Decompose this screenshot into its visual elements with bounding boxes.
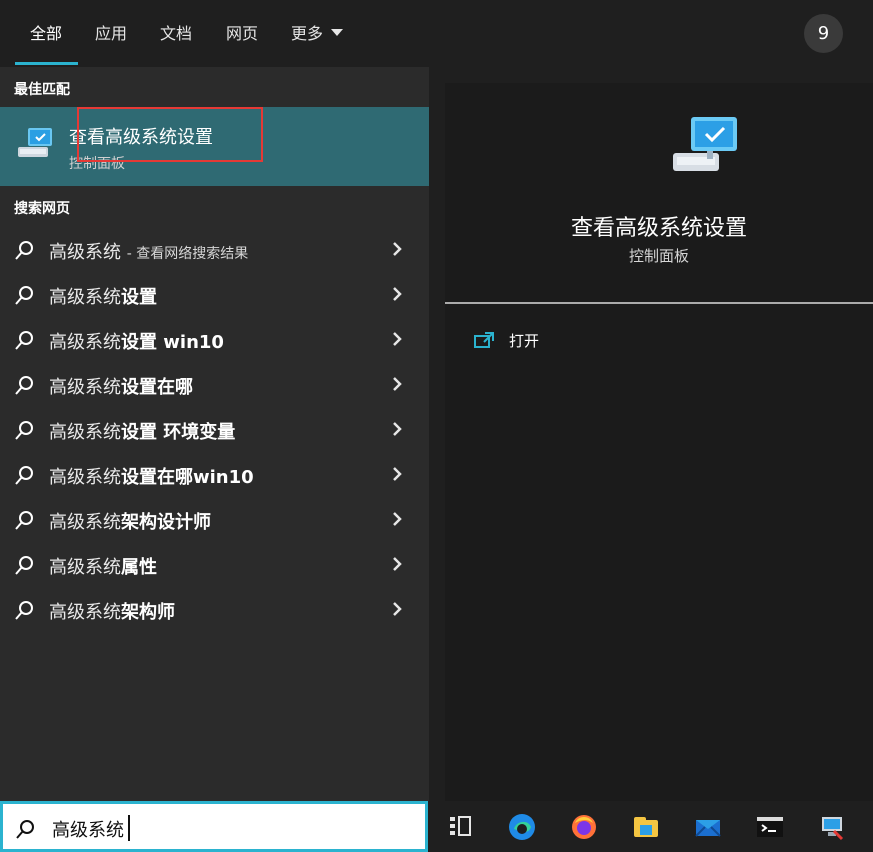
terminal-icon[interactable] — [754, 811, 786, 843]
rewards-badge[interactable]: 9 — [804, 14, 843, 53]
suggestion-bold: 设置 — [121, 287, 157, 308]
suggestion-bold: 设置 win10 — [121, 332, 224, 353]
web-suggestion-item[interactable]: 高级系统设置 — [0, 272, 429, 317]
open-external-icon — [474, 332, 494, 348]
suggestion-bold: 设置 环境变量 — [121, 422, 236, 443]
search-input[interactable]: 高级系统 — [52, 816, 124, 842]
web-suggestion-item[interactable]: 高级系统属性 — [0, 542, 429, 587]
search-icon — [15, 466, 33, 485]
web-suggestion-item[interactable]: 高级系统设置在哪win10 — [0, 452, 429, 497]
suggestion-bold: 属性 — [121, 557, 157, 578]
suggestion-prefix: 高级系统 — [49, 242, 121, 263]
suggestion-bold: 设置在哪win10 — [121, 467, 254, 488]
suggestion-label: 高级系统设置 — [49, 283, 157, 309]
suggestion-label: 高级系统架构师 — [49, 598, 175, 624]
preview-subtitle: 控制面板 — [628, 247, 689, 265]
suggestion-suffix: - 查看网络搜索结果 — [126, 246, 249, 262]
chevron-right-icon[interactable] — [387, 374, 407, 394]
search-icon — [15, 421, 33, 440]
network-monitor-icon[interactable] — [816, 811, 848, 843]
suggestion-label: 高级系统设置在哪win10 — [49, 463, 254, 489]
firefox-icon[interactable] — [568, 811, 600, 843]
web-suggestion-item[interactable]: 高级系统架构师 — [0, 587, 429, 632]
tab-web[interactable]: 网页 — [226, 22, 258, 46]
tab-all[interactable]: 全部 — [30, 22, 62, 46]
chevron-right-icon[interactable] — [387, 464, 407, 484]
tab-more-label: 更多 — [291, 24, 324, 43]
suggestion-label: 高级系统 - 查看网络搜索结果 — [49, 238, 248, 264]
suggestion-prefix: 高级系统 — [49, 602, 121, 623]
web-suggestion-item[interactable]: 高级系统 - 查看网络搜索结果 — [0, 227, 429, 272]
chevron-right-icon[interactable] — [387, 239, 407, 259]
tab-apps[interactable]: 应用 — [95, 22, 127, 46]
chevron-right-icon[interactable] — [387, 419, 407, 439]
search-icon — [15, 241, 33, 260]
divider — [445, 302, 873, 304]
file-explorer-icon[interactable] — [630, 811, 662, 843]
search-icon — [15, 511, 33, 530]
chevron-right-icon[interactable] — [387, 284, 407, 304]
active-tab-indicator — [15, 62, 78, 65]
suggestion-label: 高级系统设置 环境变量 — [49, 418, 235, 444]
chevron-down-icon — [331, 29, 344, 36]
suggestion-prefix: 高级系统 — [49, 332, 121, 353]
search-flyout-header: 全部 应用 文档 网页 更多 9 — [0, 0, 873, 67]
suggestion-bold: 架构师 — [121, 602, 175, 623]
highlight-box — [77, 107, 263, 162]
open-action[interactable]: 打开 — [473, 329, 593, 355]
suggestion-prefix: 高级系统 — [49, 377, 121, 398]
preview-panel: 查看高级系统设置 控制面板 打开 — [445, 83, 873, 801]
suggestion-bold: 架构设计师 — [121, 512, 211, 533]
search-icon — [15, 556, 33, 575]
open-label: 打开 — [509, 332, 540, 350]
search-icon — [15, 376, 33, 395]
suggestion-prefix: 高级系统 — [49, 422, 121, 443]
search-icon — [15, 331, 33, 350]
tab-more[interactable]: 更多 — [291, 22, 344, 46]
search-web-heading: 搜索网页 — [14, 201, 70, 217]
tab-documents[interactable]: 文档 — [160, 22, 192, 46]
best-match-heading: 最佳匹配 — [14, 82, 70, 98]
suggestion-bold: 设置在哪 — [121, 377, 193, 398]
preview-title: 查看高级系统设置 — [570, 216, 747, 241]
mail-icon[interactable] — [692, 811, 724, 843]
chevron-right-icon[interactable] — [387, 554, 407, 574]
search-icon — [15, 286, 33, 305]
suggestion-label: 高级系统设置在哪 — [49, 373, 193, 399]
search-icon — [16, 820, 34, 839]
suggestion-prefix: 高级系统 — [49, 467, 121, 488]
control-panel-icon — [18, 128, 52, 157]
text-caret — [128, 815, 130, 841]
chevron-right-icon[interactable] — [387, 599, 407, 619]
suggestion-prefix: 高级系统 — [49, 287, 121, 308]
search-icon — [15, 601, 33, 620]
suggestion-label: 高级系统属性 — [49, 553, 157, 579]
edge-browser-icon[interactable] — [506, 811, 538, 843]
chevron-right-icon[interactable] — [387, 509, 407, 529]
taskbar: 高级系统 — [0, 801, 873, 852]
web-suggestion-item[interactable]: 高级系统设置 环境变量 — [0, 407, 429, 452]
results-panel: 最佳匹配 查看高级系统设置 控制面板 搜索网页 高级系统 - 查看网络搜索结果 … — [0, 67, 429, 801]
suggestion-label: 高级系统设置 win10 — [49, 328, 224, 354]
task-view-icon[interactable] — [444, 811, 476, 843]
chevron-right-icon[interactable] — [387, 329, 407, 349]
web-suggestion-item[interactable]: 高级系统架构设计师 — [0, 497, 429, 542]
control-panel-icon — [673, 117, 737, 171]
search-box[interactable]: 高级系统 — [0, 801, 428, 852]
suggestion-prefix: 高级系统 — [49, 512, 121, 533]
web-suggestion-item[interactable]: 高级系统设置在哪 — [0, 362, 429, 407]
web-suggestion-item[interactable]: 高级系统设置 win10 — [0, 317, 429, 362]
suggestion-prefix: 高级系统 — [49, 557, 121, 578]
suggestion-label: 高级系统架构设计师 — [49, 508, 211, 534]
